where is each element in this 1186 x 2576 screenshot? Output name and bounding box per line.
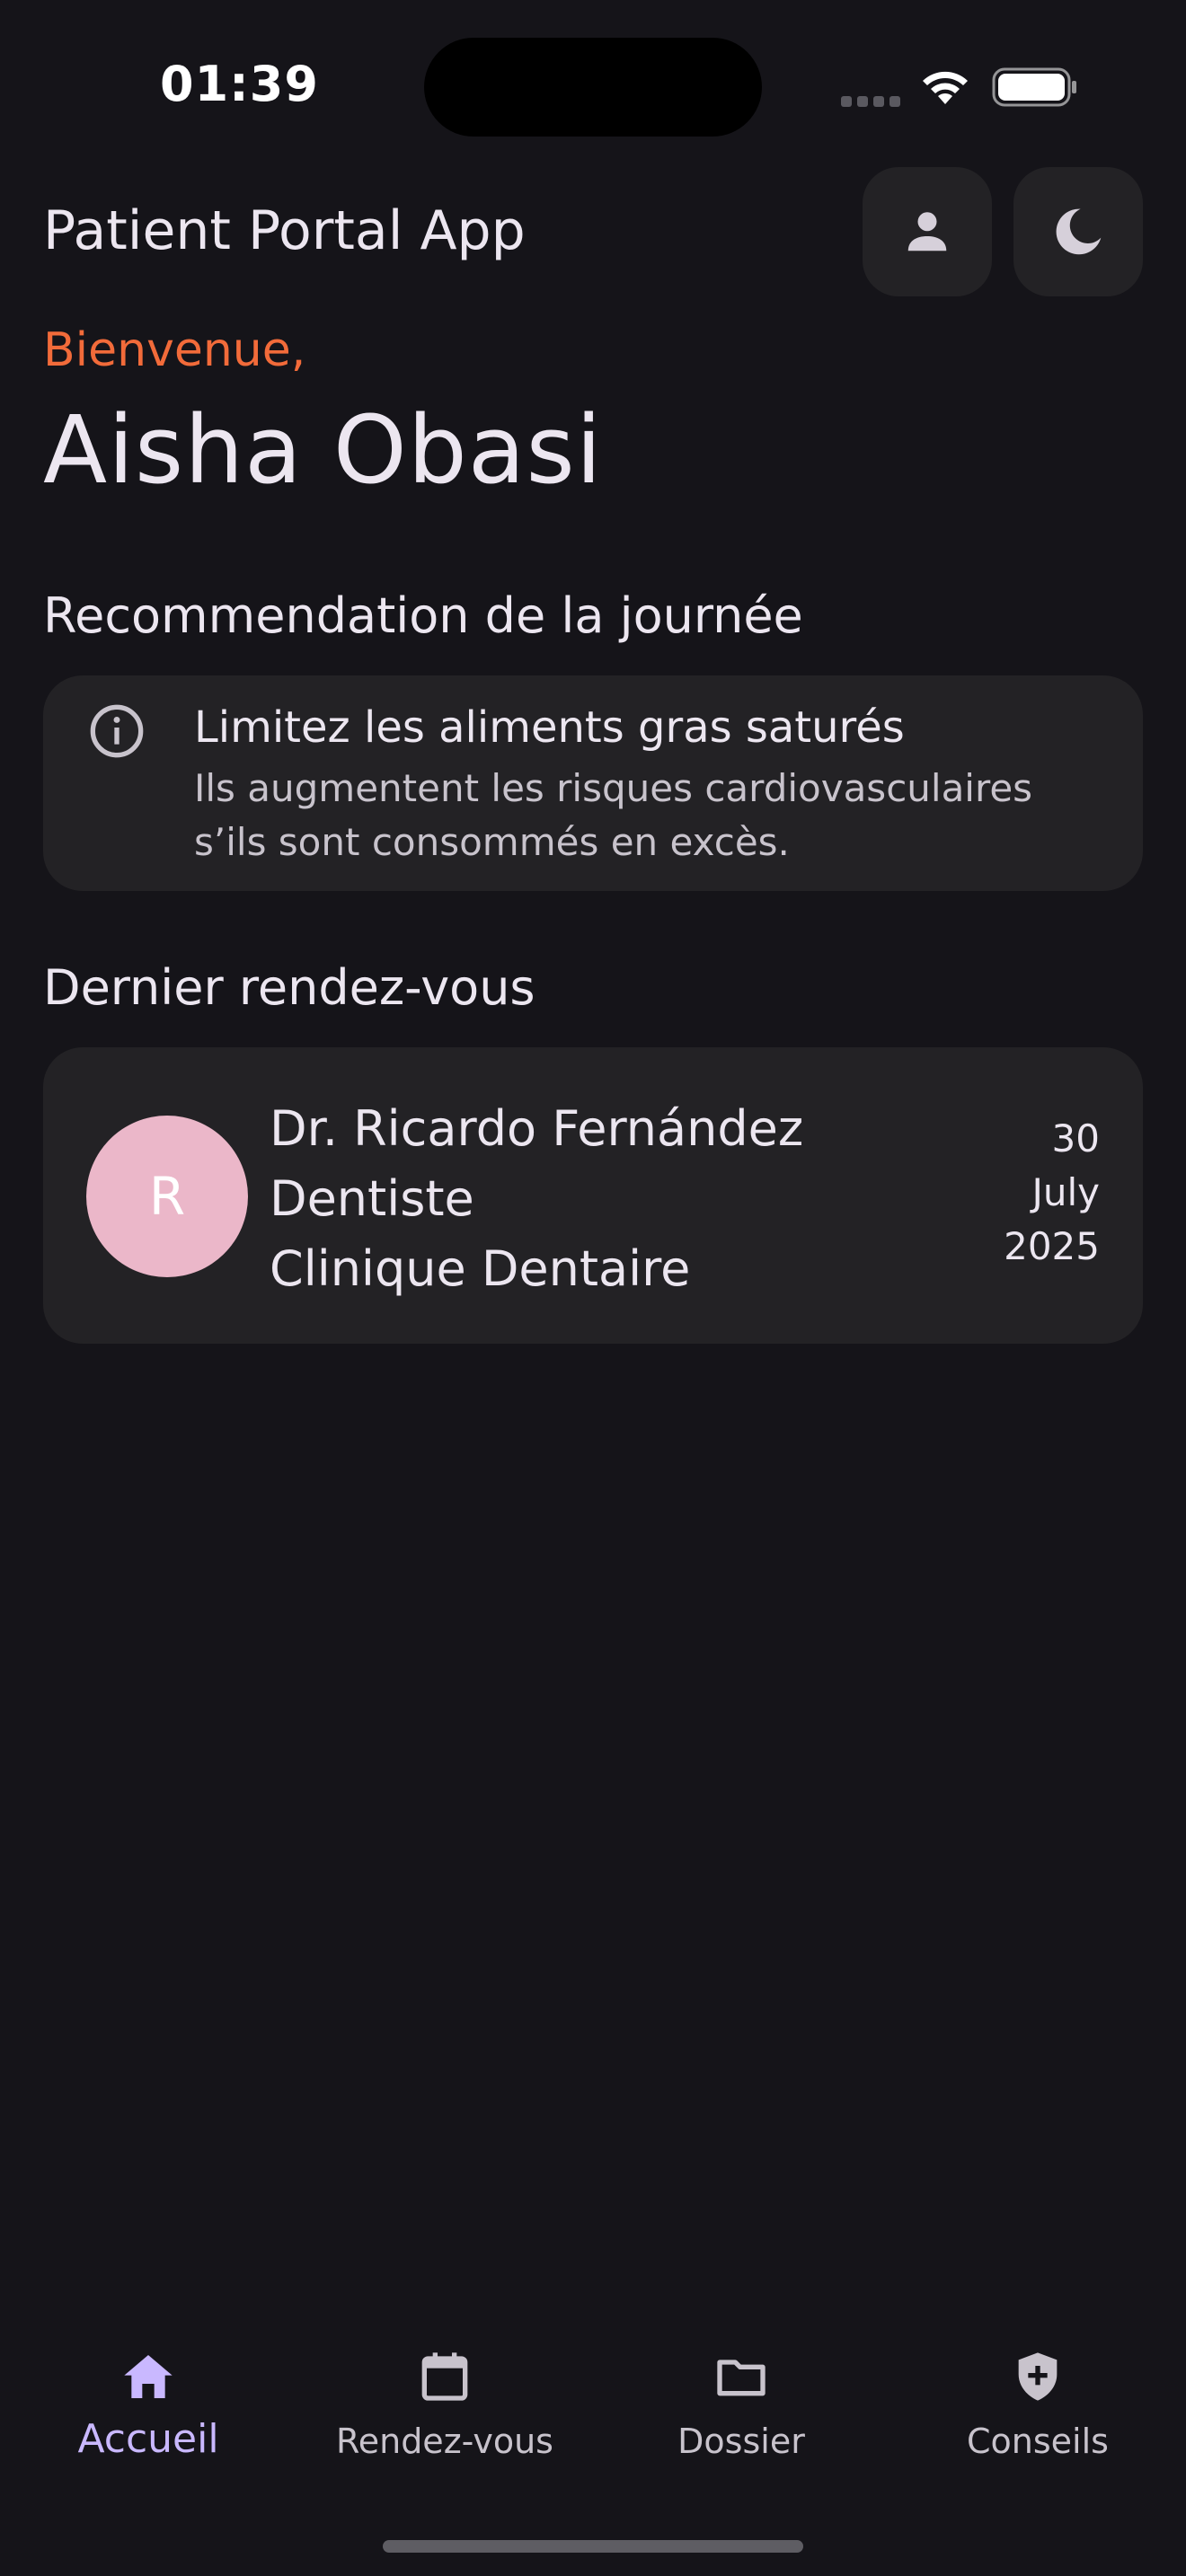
nav-label-rendez-vous: Rendez-vous — [336, 2422, 553, 2461]
dynamic-island — [424, 38, 762, 137]
info-icon — [90, 704, 144, 758]
last-appointment-card[interactable]: R Dr. Ricardo Fernández Dentiste Cliniqu… — [43, 1047, 1143, 1344]
nav-label-dossier: Dossier — [677, 2422, 805, 2461]
calendar-icon — [421, 2352, 468, 2401]
recommendation-text: Ils augmentent les risques cardiovascula… — [194, 766, 1033, 864]
folder-icon — [717, 2360, 766, 2396]
nav-item-rendez-vous[interactable]: Rendez-vous — [296, 2326, 593, 2461]
status-bar: 01:39 — [0, 0, 1186, 171]
app-title: Patient Portal App — [43, 199, 526, 262]
doctor-specialty: Dentiste — [270, 1170, 474, 1227]
last-appointment-section-title: Dernier rendez-vous — [43, 959, 535, 1016]
doctor-name: Dr. Ricardo Fernández — [270, 1100, 804, 1157]
bottom-navigation: Accueil Rendez-vous Dossier Conseils — [0, 2326, 1186, 2488]
clinic-name: Clinique Dentaire — [270, 1240, 691, 1297]
appointment-day: 30 — [1051, 1116, 1100, 1160]
nav-item-conseils[interactable]: Conseils — [890, 2326, 1186, 2461]
appointment-year: 2025 — [1004, 1224, 1100, 1268]
nav-item-dossier[interactable]: Dossier — [593, 2326, 890, 2461]
recommendation-card[interactable]: Limitez les aliments gras saturés Ils au… — [43, 675, 1143, 891]
wifi-icon — [923, 71, 968, 104]
appointment-date: 30 July 2025 — [956, 1112, 1100, 1274]
profile-button[interactable] — [863, 167, 992, 296]
nav-label-accueil: Accueil — [77, 2416, 219, 2462]
home-icon — [124, 2355, 173, 2398]
doctor-avatar: R — [86, 1116, 248, 1277]
recommendation-section-title: Recommendation de la journée — [43, 587, 803, 644]
nav-item-accueil[interactable]: Accueil — [0, 2326, 296, 2462]
cellular-signal-icon — [841, 93, 906, 110]
greeting-label: Bienvenue, — [43, 323, 306, 377]
nav-label-conseils: Conseils — [967, 2422, 1109, 2461]
home-screen: 01:39 Patient Portal App Bienvenue, Aish… — [0, 0, 1186, 2576]
appointment-month: July — [1031, 1170, 1100, 1214]
theme-toggle-button[interactable] — [1013, 167, 1143, 296]
home-indicator[interactable] — [383, 2540, 803, 2553]
battery-icon — [992, 67, 1076, 107]
recommendation-title: Limitez les aliments gras saturés — [194, 702, 905, 753]
appointment-details: Dr. Ricardo Fernández Dentiste Clinique … — [270, 1094, 803, 1304]
user-name: Aisha Obasi — [43, 395, 603, 505]
moon-icon — [1056, 208, 1102, 255]
person-icon — [907, 212, 947, 251]
shield-plus-icon — [1018, 2352, 1058, 2401]
status-time: 01:39 — [160, 56, 319, 112]
